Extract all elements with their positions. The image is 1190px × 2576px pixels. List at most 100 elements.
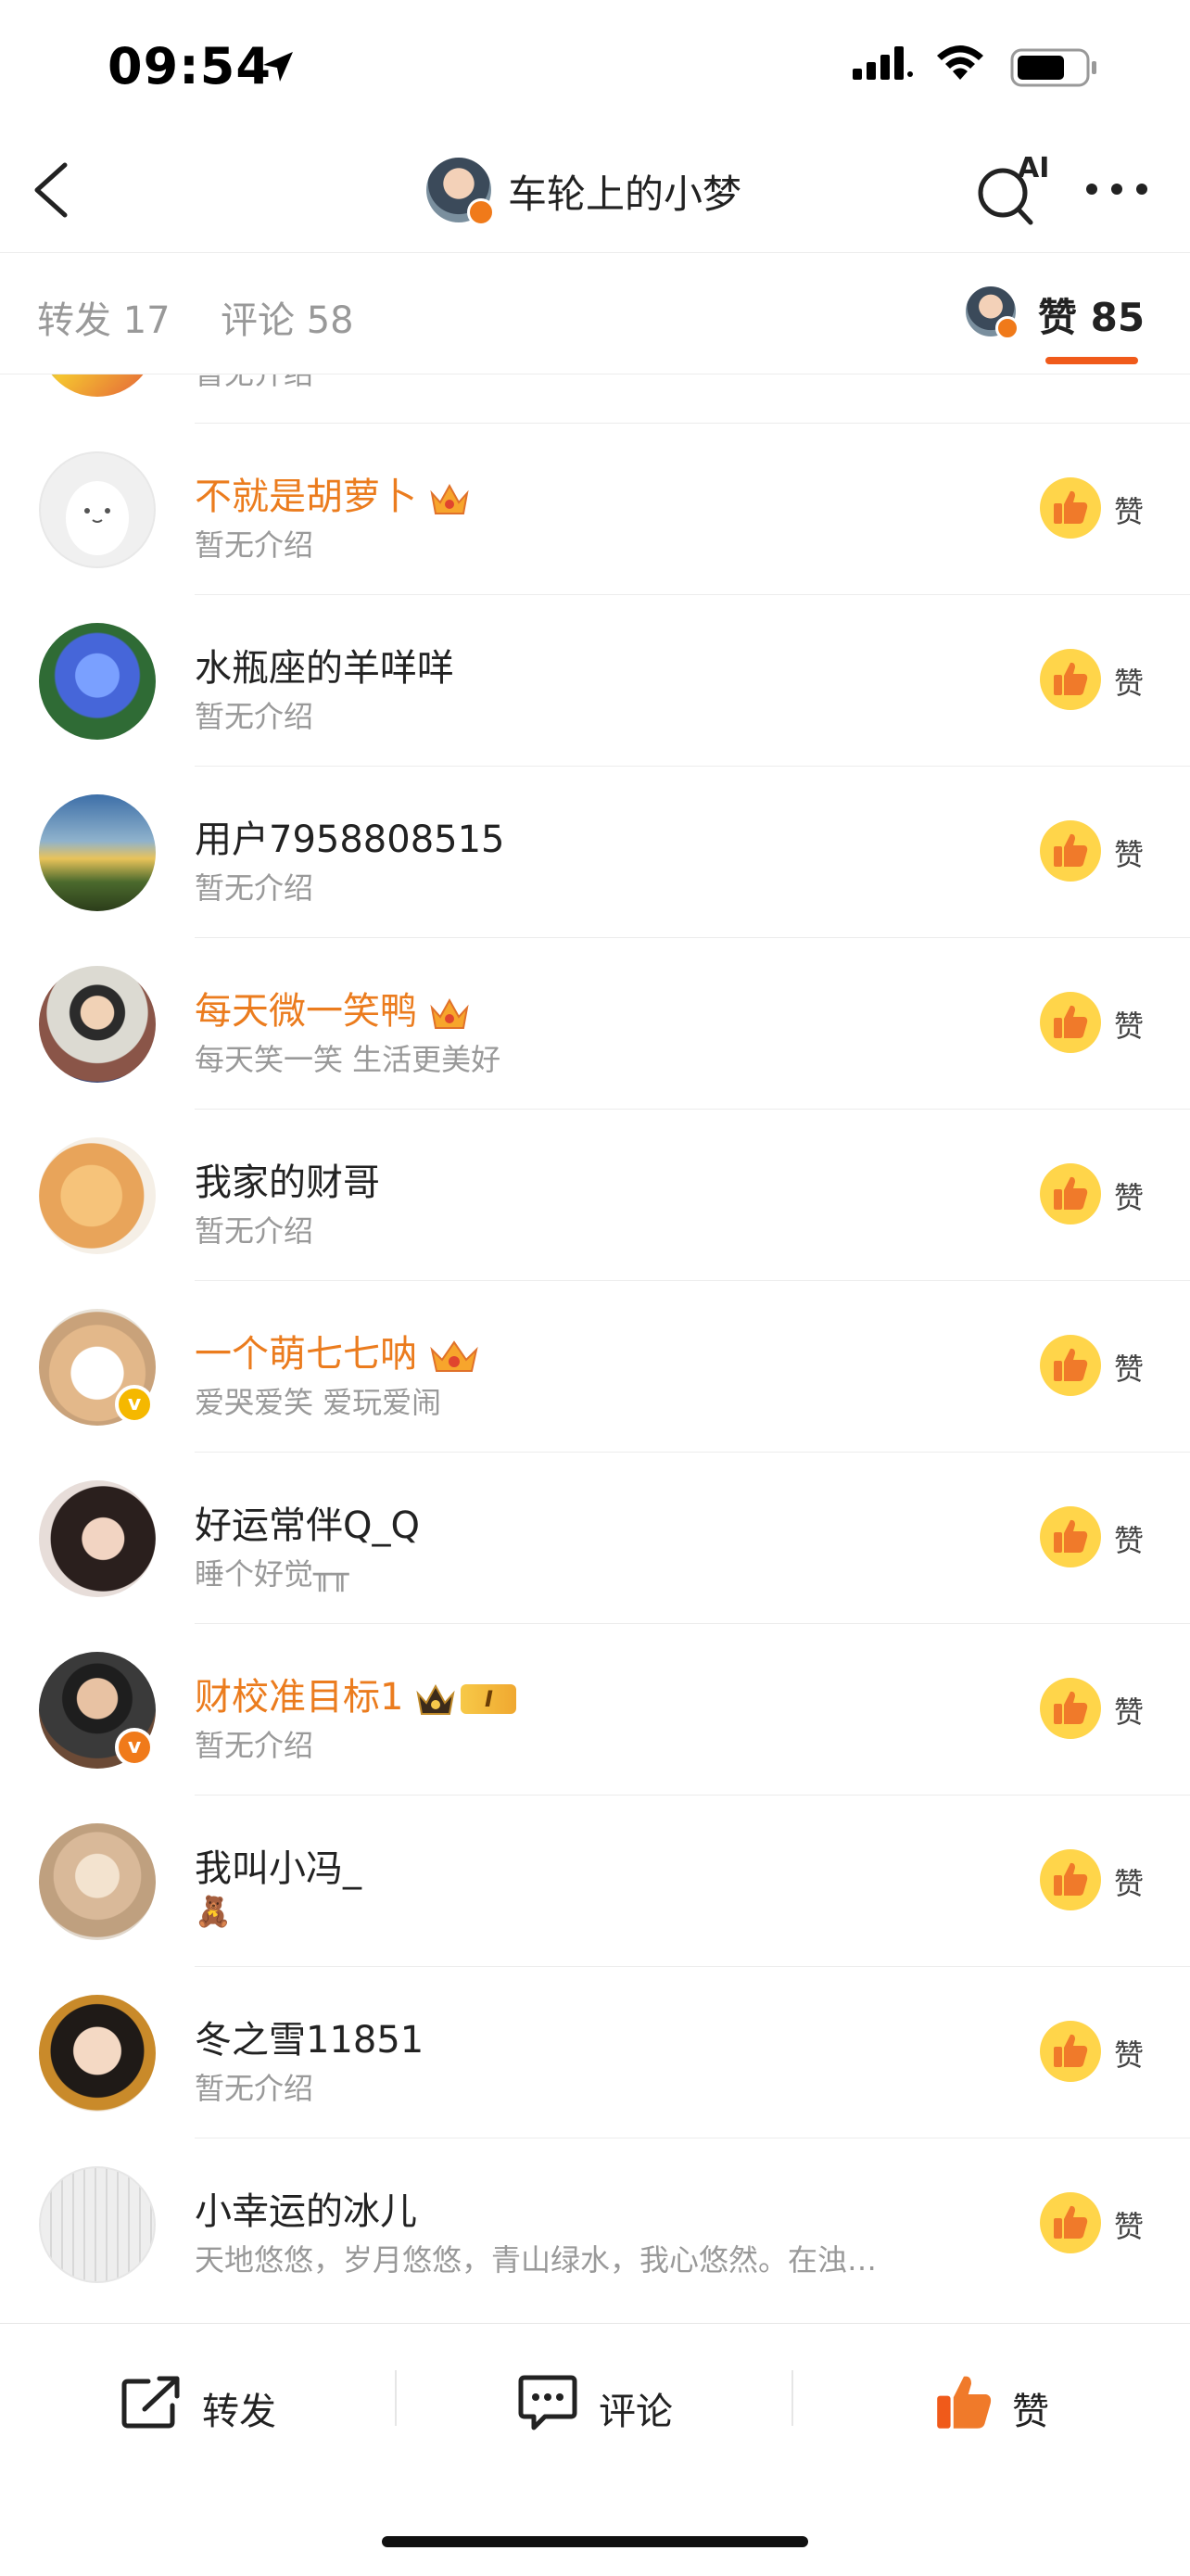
thumbs-up-icon <box>1054 2034 1088 2067</box>
page-title[interactable]: 车轮上的小梦 <box>508 163 741 220</box>
user-bio: 暂无介绍 <box>195 1213 314 1249</box>
avatar[interactable]: v <box>39 1309 156 1426</box>
user-name[interactable]: 每天微一笑鸭 <box>195 981 471 1034</box>
user-name[interactable]: 财校准目标1 I <box>195 1667 517 1720</box>
like-button[interactable] <box>1040 477 1101 539</box>
verified-badge-icon <box>467 198 495 226</box>
like-button[interactable] <box>1040 649 1101 710</box>
vip-crown-icon <box>416 1683 456 1715</box>
like-button[interactable] <box>1040 2021 1101 2082</box>
list-item[interactable]: 冬之雪11851 暂无介绍 赞 <box>0 1967 1190 2138</box>
avatar[interactable]: v <box>39 1652 156 1769</box>
like-label[interactable]: 赞 <box>1114 1860 1144 1903</box>
author-avatar[interactable] <box>426 158 495 226</box>
list-item[interactable]: 好运常伴Q_Q 睡个好觉╥╥ 赞 <box>0 1453 1190 1624</box>
like-button[interactable] <box>1040 1163 1101 1225</box>
status-time: 09:54 <box>108 37 272 95</box>
like-label[interactable]: 赞 <box>1114 1003 1144 1046</box>
avatar[interactable] <box>39 1480 156 1597</box>
thumbs-up-icon <box>1054 1348 1088 1381</box>
repost-label: 转发 <box>202 2391 276 2433</box>
like-label[interactable]: 赞 <box>1114 1346 1144 1389</box>
avatar[interactable] <box>39 2166 156 2283</box>
user-bio: 暂无介绍 <box>195 2071 314 2106</box>
like-button[interactable] <box>1040 1335 1101 1396</box>
ai-search-button[interactable]: AI <box>973 152 1057 226</box>
cellular-signal-icon <box>853 46 913 80</box>
like-action-button[interactable]: 赞 <box>934 2372 1092 2433</box>
user-name[interactable]: 用户7958808515 <box>195 809 505 863</box>
user-bio: 暂无介绍 <box>195 870 314 906</box>
tab-repost[interactable]: 转发 17 <box>37 290 171 344</box>
user-bio: 每天笑一笑 生活更美好 <box>195 1042 501 1077</box>
divider <box>791 2370 793 2426</box>
likers-list[interactable]: 暂无介绍 不就是胡萝卜 暂无介绍 赞 水瓶座的羊咩咩 暂无介绍 赞 用户7958… <box>0 373 1190 2323</box>
repost-button[interactable]: 转发 <box>120 2372 306 2433</box>
like-button[interactable] <box>1040 1506 1101 1567</box>
user-bio: 暂无介绍 <box>195 527 314 563</box>
tab-like[interactable]: 赞 85 <box>1038 286 1145 343</box>
like-button[interactable] <box>1040 992 1101 1053</box>
location-arrow-icon <box>263 52 293 82</box>
like-action-label: 赞 <box>1012 2391 1049 2433</box>
thumbs-up-icon <box>1054 1005 1088 1038</box>
comment-label: 评论 <box>599 2391 673 2433</box>
avatar[interactable] <box>39 794 156 911</box>
like-button[interactable] <box>1040 2192 1101 2253</box>
like-label[interactable]: 赞 <box>1114 1517 1144 1560</box>
avatar[interactable] <box>39 373 156 397</box>
user-bio: 暂无介绍 <box>195 1728 314 1763</box>
list-item[interactable]: 小幸运的冰儿 天地悠悠，岁月悠悠，青山绿水，我心悠然。在浊… 赞 <box>0 2138 1190 2310</box>
avatar[interactable] <box>39 966 156 1083</box>
list-item[interactable]: 用户7958808515 暂无介绍 赞 <box>0 767 1190 938</box>
default-avatar-icon <box>66 481 129 555</box>
user-name[interactable]: 一个萌七七呐 <box>195 1324 480 1377</box>
share-icon <box>121 2376 180 2429</box>
like-label[interactable]: 赞 <box>1114 2032 1144 2075</box>
user-name[interactable]: 小幸运的冰儿 <box>195 2181 417 2235</box>
user-name[interactable]: 好运常伴Q_Q <box>195 1495 420 1549</box>
user-bio: 暂无介绍 <box>195 373 314 391</box>
verified-badge-icon <box>995 316 1019 340</box>
list-item[interactable]: 我家的财哥 暂无介绍 赞 <box>0 1110 1190 1281</box>
like-label[interactable]: 赞 <box>1114 1174 1144 1217</box>
thumbs-up-icon <box>1054 833 1088 867</box>
avatar[interactable] <box>39 623 156 740</box>
vip-crown-icon <box>430 1340 478 1372</box>
more-options-icon[interactable] <box>1084 182 1149 197</box>
user-bio: 睡个好觉╥╥ <box>195 1556 349 1592</box>
user-name[interactable]: 我家的财哥 <box>195 1152 380 1206</box>
avatar[interactable] <box>39 1995 156 2112</box>
user-name[interactable]: 我叫小冯_ <box>195 1838 361 1892</box>
list-item[interactable]: v 一个萌七七呐 爱哭爱笑 爱玩爱闹 赞 <box>0 1281 1190 1453</box>
user-name[interactable]: 冬之雪11851 <box>195 2010 424 2063</box>
user-name[interactable]: 水瓶座的羊咩咩 <box>195 638 454 692</box>
like-button[interactable] <box>1040 1849 1101 1910</box>
comment-button[interactable]: 评论 <box>517 2372 703 2433</box>
active-tab-indicator <box>1045 357 1138 364</box>
like-button[interactable] <box>1040 820 1101 882</box>
vip-crown-icon <box>430 483 469 514</box>
list-item[interactable]: 我叫小冯_ 🧸 赞 <box>0 1796 1190 1967</box>
back-chevron-icon[interactable] <box>28 159 74 221</box>
list-item[interactable]: 水瓶座的羊咩咩 暂无介绍 赞 <box>0 595 1190 767</box>
thumbs-up-icon <box>937 2376 992 2429</box>
user-name[interactable]: 不就是胡萝卜 <box>195 466 471 520</box>
list-item[interactable]: 暂无介绍 <box>0 373 1190 424</box>
like-label[interactable]: 赞 <box>1114 831 1144 874</box>
like-button[interactable] <box>1040 1678 1101 1739</box>
avatar[interactable] <box>39 451 156 568</box>
tab-comment[interactable]: 评论 58 <box>221 290 354 344</box>
like-label[interactable]: 赞 <box>1114 1689 1144 1732</box>
list-item[interactable]: v 财校准目标1 I 暂无介绍 赞 <box>0 1624 1190 1796</box>
list-item[interactable]: 每天微一笑鸭 每天笑一笑 生活更美好 赞 <box>0 938 1190 1110</box>
avatar[interactable] <box>39 1137 156 1254</box>
like-label[interactable]: 赞 <box>1114 489 1144 531</box>
bottom-action-bar: 转发 评论 赞 <box>0 2323 1190 2576</box>
user-bio: 天地悠悠，岁月悠悠，青山绿水，我心悠然。在浊… <box>195 2242 878 2278</box>
like-label[interactable]: 赞 <box>1114 2203 1144 2246</box>
divider <box>395 2370 397 2426</box>
avatar[interactable] <box>39 1823 156 1940</box>
like-label[interactable]: 赞 <box>1114 660 1144 703</box>
list-item[interactable]: 不就是胡萝卜 暂无介绍 赞 <box>0 424 1190 595</box>
